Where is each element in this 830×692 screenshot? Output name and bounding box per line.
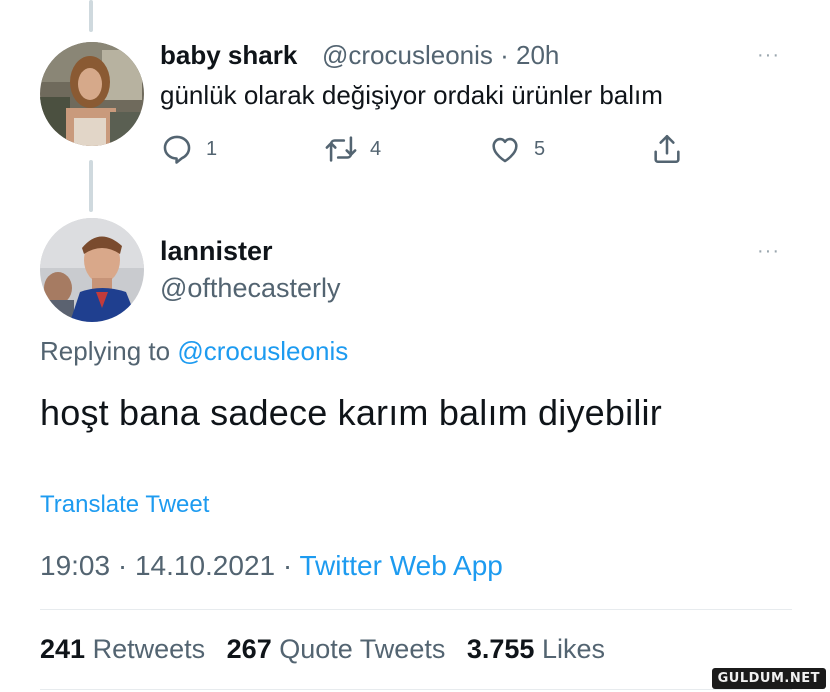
thread-line-top bbox=[89, 0, 93, 32]
author-handle[interactable]: @crocusleonis bbox=[322, 40, 493, 70]
avatar-baby-shark[interactable] bbox=[40, 42, 144, 146]
replying-to: Replying to @crocusleonis bbox=[40, 336, 348, 367]
author-handle[interactable]: @ofthecasterly bbox=[160, 273, 340, 304]
tweet-text: günlük olarak değişiyor ordaki ürünler b… bbox=[160, 80, 663, 110]
retweets-label: Retweets bbox=[92, 634, 206, 664]
reply-button[interactable]: 1 bbox=[160, 132, 217, 166]
retweets-count: 241 bbox=[40, 634, 86, 664]
tweet-meta: 19:03 · 14.10.2021 · Twitter Web App bbox=[40, 550, 503, 582]
likes-stat[interactable]: 3.755 Likes bbox=[467, 634, 605, 664]
author-handle-time[interactable]: @crocusleonis · 20h bbox=[322, 40, 559, 71]
likes-label: Likes bbox=[541, 634, 605, 664]
retweet-icon bbox=[325, 136, 357, 162]
retweets-stat[interactable]: 241 Retweets bbox=[40, 634, 205, 664]
like-icon bbox=[492, 137, 518, 163]
tweet-text: hoşt bana sadece karım balım diyebilir bbox=[40, 392, 662, 433]
tweet-actions: 1 4 5 bbox=[160, 132, 700, 168]
share-button[interactable] bbox=[650, 132, 684, 166]
retweet-count: 4 bbox=[370, 137, 382, 160]
author-name[interactable]: baby shark bbox=[160, 40, 297, 71]
more-icon[interactable]: ··· bbox=[757, 44, 780, 67]
quote-tweets-count: 267 bbox=[226, 634, 272, 664]
share-icon bbox=[654, 134, 680, 164]
avatar-lannister[interactable] bbox=[40, 218, 144, 322]
tweet-source-link[interactable]: Twitter Web App bbox=[299, 550, 502, 581]
quote-tweets-label: Quote Tweets bbox=[279, 634, 446, 664]
reply-count: 1 bbox=[206, 137, 218, 160]
quote-tweets-stat[interactable]: 267 Quote Tweets bbox=[227, 634, 446, 664]
separator-dot: · bbox=[275, 550, 300, 581]
like-button[interactable]: 5 bbox=[488, 132, 545, 166]
thread-line-connector bbox=[89, 160, 93, 212]
reply-icon bbox=[163, 135, 191, 164]
author-name[interactable]: lannister bbox=[160, 236, 273, 267]
likes-count: 3.755 bbox=[466, 634, 535, 664]
more-icon[interactable]: ··· bbox=[757, 240, 780, 263]
divider bbox=[40, 689, 792, 690]
replying-to-link[interactable]: @crocusleonis bbox=[177, 336, 348, 366]
tweet-time[interactable]: 20h bbox=[516, 40, 559, 70]
replying-prefix: Replying to bbox=[40, 336, 178, 366]
translate-tweet-link[interactable]: Translate Tweet bbox=[40, 491, 209, 519]
retweet-button[interactable]: 4 bbox=[324, 132, 381, 166]
divider bbox=[40, 609, 792, 610]
like-count: 5 bbox=[534, 137, 546, 160]
tweet-timestamp[interactable]: 19:03 · 14.10.2021 bbox=[40, 550, 275, 581]
separator-dot: · bbox=[492, 40, 517, 70]
tweet-stats: 241 Retweets 267 Quote Tweets 3.755 Like… bbox=[40, 634, 605, 665]
watermark: GULDUM.NET bbox=[711, 668, 826, 689]
